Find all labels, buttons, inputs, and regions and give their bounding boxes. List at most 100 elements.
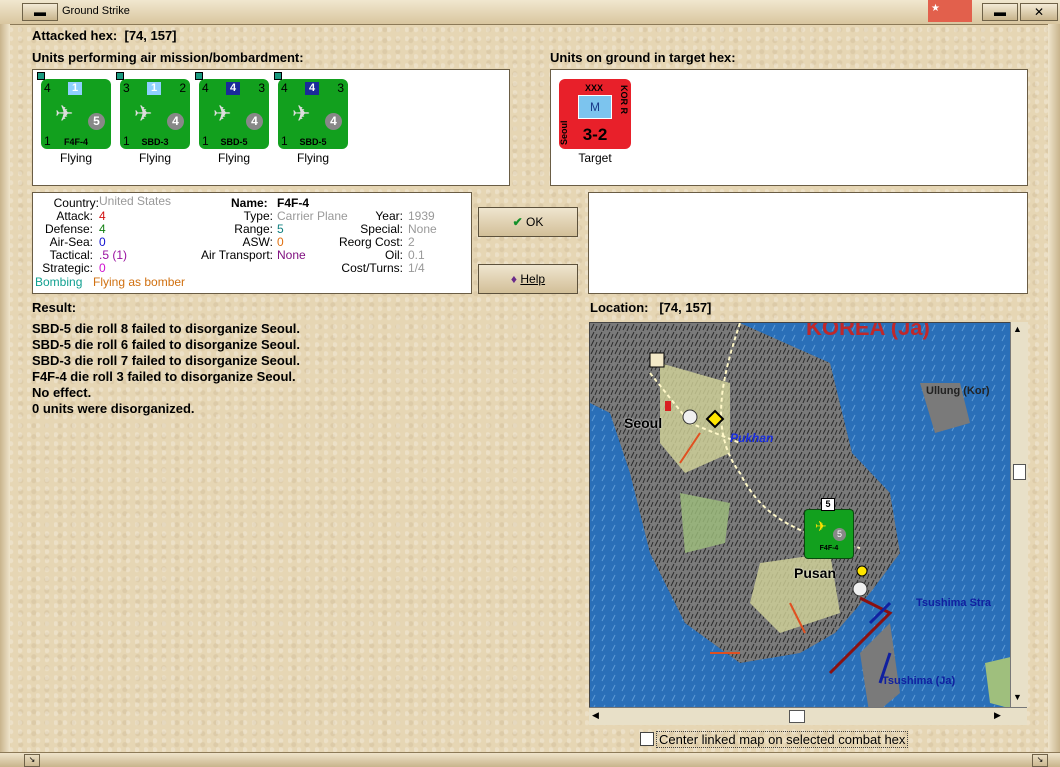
air-unit-counter[interactable]: 3 1 2 ✈ 4 1 SBD-3 bbox=[116, 72, 190, 149]
airtransport-value: None bbox=[277, 248, 306, 262]
asw-label: ASW: bbox=[242, 235, 273, 249]
air-unit-status: Flying bbox=[59, 151, 92, 165]
asw-value: 0 bbox=[277, 235, 284, 249]
unit-attack: 4 bbox=[44, 81, 51, 95]
attacked-hex-value: [74, 157] bbox=[124, 28, 177, 43]
ground-units-panel: XXX Seoul KOR R M 3-2 Target bbox=[550, 69, 1028, 186]
map-view[interactable]: KOREA (Ja) Seoul Pukhan Pusan Ullung (Ko… bbox=[589, 322, 1027, 724]
unit-marker-icon bbox=[37, 72, 45, 80]
horizontal-scroll-thumb[interactable] bbox=[789, 710, 805, 723]
reorg-value: 2 bbox=[408, 235, 415, 249]
reorg-label: Reorg Cost: bbox=[338, 235, 403, 249]
unit-defense-circle: 4 bbox=[246, 113, 263, 130]
book-icon: ♦ bbox=[510, 272, 518, 286]
air-unit-status: Flying bbox=[138, 151, 171, 165]
unit-defense-circle: 4 bbox=[167, 113, 184, 130]
scroll-left-arrow-icon[interactable]: ◀ bbox=[592, 710, 599, 721]
airsea-label: Air-Sea: bbox=[49, 235, 93, 249]
unit-range: 3 bbox=[258, 81, 265, 95]
scroll-down-arrow-icon[interactable]: ▼ bbox=[1013, 692, 1022, 702]
map-vertical-scrollbar[interactable]: ▲ ▼ bbox=[1010, 322, 1028, 708]
result-line: SBD-5 die roll 8 failed to disorganize S… bbox=[32, 321, 300, 336]
map-label-tsushima-strait: Tsushima Stra bbox=[916, 597, 991, 609]
center-map-checkbox[interactable] bbox=[640, 732, 654, 746]
country-label: Country: bbox=[53, 196, 99, 210]
close-button[interactable]: ✕ bbox=[1020, 3, 1058, 21]
restore-button[interactable]: ▬ bbox=[982, 3, 1018, 21]
ok-button-label: OK bbox=[526, 215, 544, 229]
location-value: [74, 157] bbox=[659, 300, 712, 315]
title-close-area[interactable]: ★ bbox=[928, 0, 972, 22]
airplane-icon: ✈ bbox=[55, 101, 74, 126]
window-title: Ground Strike bbox=[62, 5, 130, 17]
country-value: United States bbox=[99, 194, 172, 208]
scroll-up-arrow-icon[interactable]: ▲ bbox=[1013, 324, 1022, 334]
air-unit-status: Flying bbox=[296, 151, 329, 165]
name-label: Name: bbox=[231, 196, 268, 210]
target-unit-size: XXX bbox=[585, 83, 604, 93]
result-line: SBD-5 die roll 6 failed to disorganize S… bbox=[32, 337, 300, 352]
title-bar: ▬ Ground Strike ★ ▬ ✕ bbox=[0, 0, 1060, 25]
scroll-right-arrow-icon[interactable]: ▶ bbox=[994, 710, 1001, 721]
unit-type-number: 4 bbox=[305, 82, 319, 95]
target-unit-counter[interactable]: XXX Seoul KOR R M 3-2 bbox=[559, 79, 631, 149]
map-unit-circle: 5 bbox=[833, 528, 846, 541]
resize-grip-left-icon[interactable]: ↘ bbox=[24, 754, 40, 767]
defense-label: Defense: bbox=[44, 222, 93, 236]
right-frame bbox=[1048, 24, 1060, 766]
year-label: Year: bbox=[375, 209, 403, 223]
checkmark-icon: ✔ bbox=[512, 215, 523, 229]
center-map-checkbox-label[interactable]: Center linked map on selected combat hex bbox=[656, 731, 909, 748]
result-log: SBD-5 die roll 8 failed to disorganize S… bbox=[32, 321, 300, 417]
unit-name: SBD-3 bbox=[141, 137, 169, 147]
resize-grip-right-icon[interactable]: ↘ bbox=[1032, 754, 1048, 767]
unit-marker-icon bbox=[274, 72, 282, 80]
airsea-value: 0 bbox=[99, 235, 106, 249]
vertical-scroll-thumb[interactable] bbox=[1013, 464, 1026, 480]
target-unit-status: Target bbox=[578, 151, 612, 165]
unit-type-number: 4 bbox=[226, 82, 240, 95]
star-icon: ★ bbox=[931, 3, 940, 14]
airtransport-label: Air Transport: bbox=[200, 248, 273, 262]
ok-button[interactable]: ✔ OK bbox=[478, 207, 578, 237]
airplane-icon: ✈ bbox=[213, 101, 232, 126]
map-label-tsushima: Tsushima (Ja) bbox=[882, 675, 956, 687]
help-button-label: Help bbox=[520, 272, 546, 286]
unit-marker-icon bbox=[195, 72, 203, 80]
map-air-unit[interactable]: 5 5 ✈ F4F-4 bbox=[804, 498, 854, 559]
air-unit-counter[interactable]: 4 1 ✈ 5 1 F4F-4 bbox=[37, 72, 111, 149]
description-panel bbox=[588, 192, 1028, 294]
bottom-frame: ↘ ↘ bbox=[0, 752, 1060, 767]
unit-defense-circle: 5 bbox=[88, 113, 105, 130]
airplane-icon: ✈ bbox=[292, 101, 311, 126]
attacked-hex-caption: Attacked hex: bbox=[32, 28, 118, 43]
oil-value: 0.1 bbox=[408, 248, 425, 262]
air-units-header: Units performing air mission/bombardment… bbox=[32, 50, 304, 65]
unit-range: 2 bbox=[179, 81, 186, 95]
help-button[interactable]: ♦ Help bbox=[478, 264, 578, 294]
map-horizontal-scrollbar[interactable]: ◀ ▶ bbox=[589, 707, 1027, 725]
name-value: F4F-4 bbox=[277, 196, 310, 210]
air-unit-counter[interactable]: 4 4 3 ✈ 4 1 SBD-5 bbox=[274, 72, 348, 149]
attacked-hex-label: Attacked hex: [74, 157] bbox=[32, 28, 177, 43]
unit-name: SBD-5 bbox=[299, 137, 327, 147]
unit-name: F4F-4 bbox=[63, 137, 88, 147]
target-unit-strength: 3-2 bbox=[582, 125, 608, 144]
ground-units-header: Units on ground in target hex: bbox=[550, 50, 736, 65]
attack-label: Attack: bbox=[56, 209, 93, 223]
system-menu-button[interactable]: ▬ bbox=[22, 3, 58, 21]
oil-label: Oil: bbox=[385, 248, 403, 262]
airplane-icon: ✈ bbox=[134, 101, 153, 126]
unit-type-number: 1 bbox=[68, 82, 82, 95]
air-unit-counter[interactable]: 4 4 3 ✈ 4 1 SBD-5 bbox=[195, 72, 269, 149]
special-label: Special: bbox=[360, 222, 403, 236]
map-label-pusan: Pusan bbox=[794, 565, 837, 581]
attack-value: 4 bbox=[99, 209, 106, 223]
range-label: Range: bbox=[234, 222, 273, 236]
unit-attack: 4 bbox=[202, 81, 209, 95]
map-region-title: KOREA (Ja) bbox=[806, 322, 930, 340]
map-label-ullung: Ullung (Kor) bbox=[926, 385, 990, 397]
map-label-seoul: Seoul bbox=[624, 415, 663, 431]
unit-info-panel: Country: United States Attack: 4 Defense… bbox=[32, 192, 472, 294]
unit-attack: 3 bbox=[123, 81, 130, 95]
